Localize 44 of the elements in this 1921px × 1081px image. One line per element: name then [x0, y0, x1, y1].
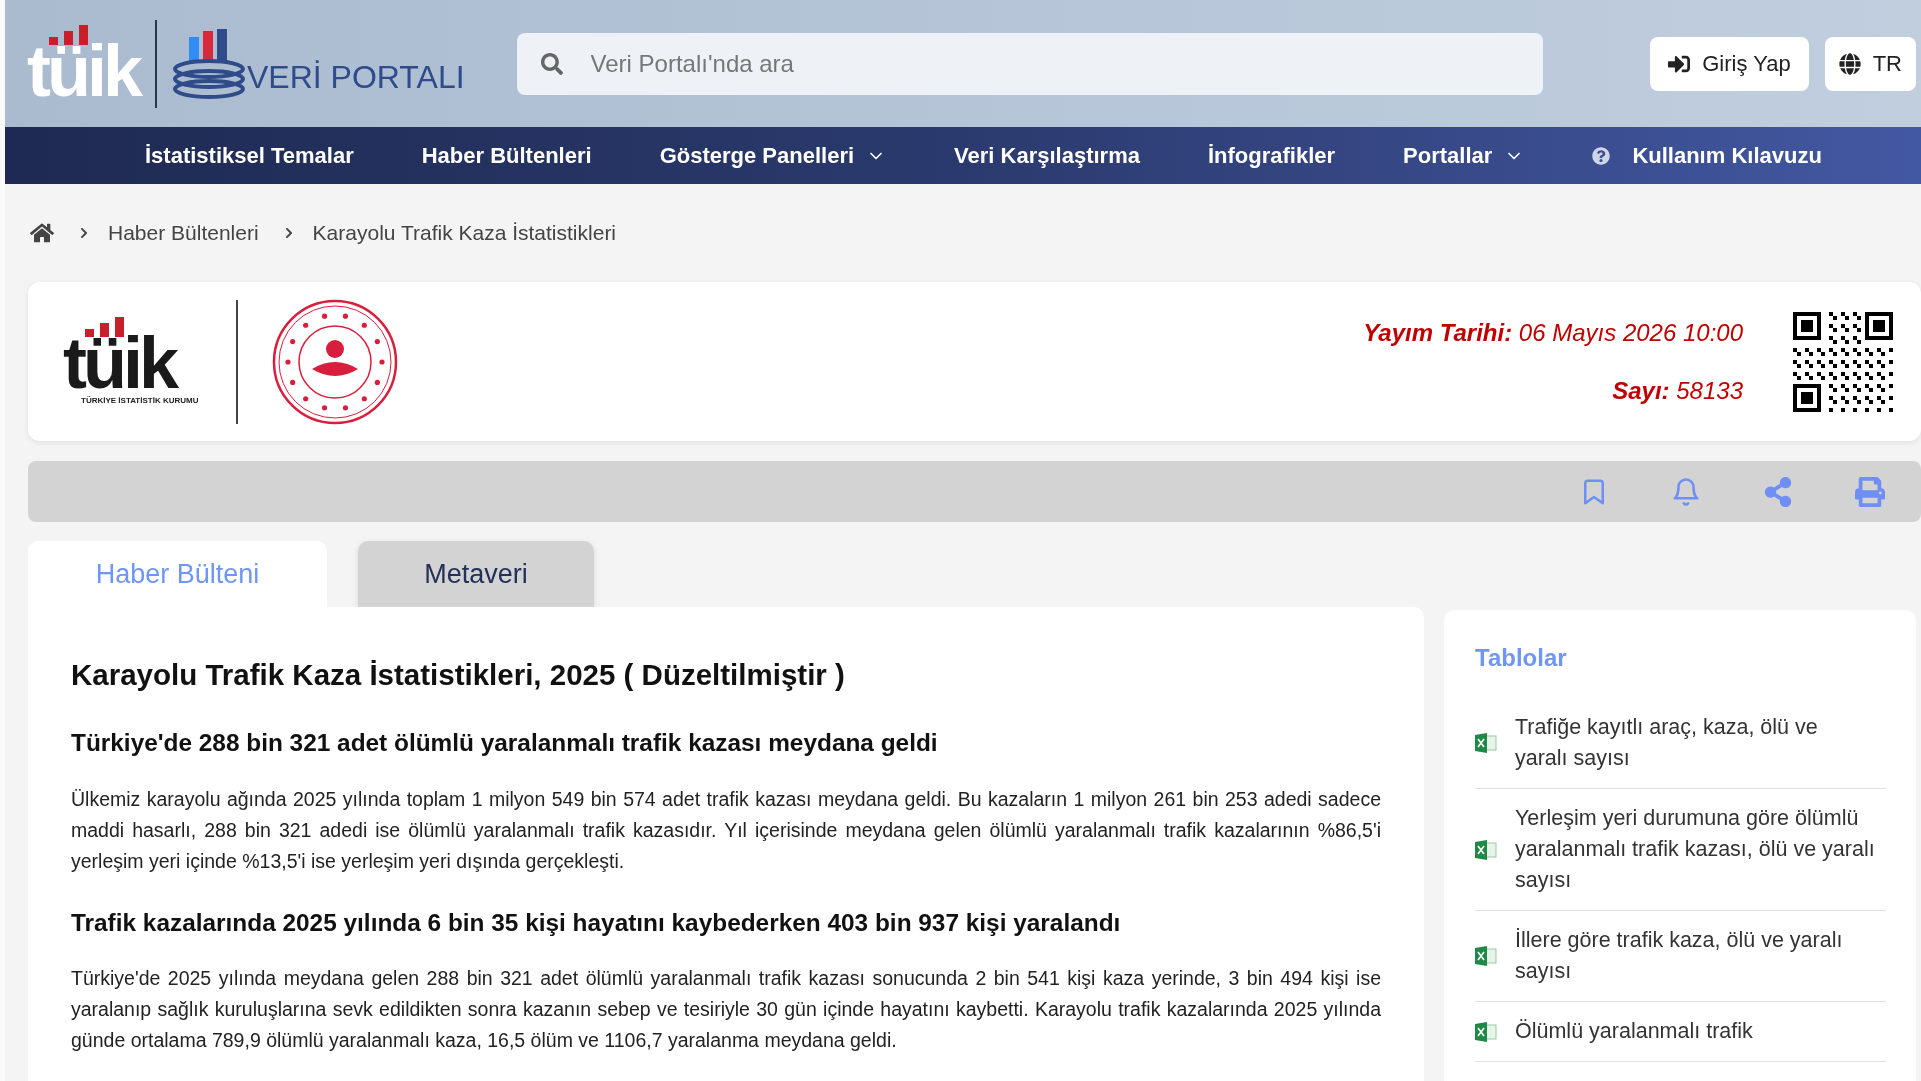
paragraph: Türkiye'de 2025 yılında meydana gelen 288 bin 321 adet ölümlü yaralanmalı trafik kazası sonucunda 2 bin 541 kişi kaza yerinde, 3 bin 494 kişi ise yaralanıp sağlık kuruluşlarına sevk edildikten sonra kazanın sebep ve tesiriyle 30 gün içinde hayatını kaybetti. Karayolu trafik kazalarında 2025 yılında günde ortalama 789,9 ölümlü yaralanmalı kaza, 16,5 ölüm ve 1106,7 yaralanma meydana geldi.: [71, 966, 1381, 1054]
table-download-link[interactable]: Ölümlü yaralanmalı trafik: [1475, 1002, 1886, 1062]
logo-caption: TÜRKİYE İSTATİSTİK KURUMU: [81, 394, 199, 407]
logo: tüik: [27, 24, 139, 103]
print-icon[interactable]: [1855, 476, 1885, 507]
search-field[interactable]: Veri Portalı'nda ara: [516, 32, 1543, 95]
spreadsheet-file-icon: [1475, 945, 1497, 967]
qr-code-icon: [1793, 311, 1893, 412]
breadcrumb-link[interactable]: Karayolu Trafik Kaza İstatistikleri: [312, 217, 617, 249]
coin-stack-chart-icon: [173, 28, 245, 99]
spreadsheet-file-icon: [1475, 732, 1497, 754]
logo: tüik: [63, 316, 175, 395]
article-title: Karayolu Trafik Kaza İstatistikleri, 2025 ( Düzeltilmiştir ): [71, 657, 846, 693]
nav-link[interactable]: Kullanım Kılavuzu: [1592, 139, 1822, 172]
ministry-seal-icon: [272, 298, 399, 425]
publish-date: Yayım Tarihi: 06 Mayıs 2026 10:00: [1363, 317, 1743, 348]
issue-number: Sayı: 58133: [1612, 375, 1743, 406]
portal-name: VERİ PORTALI: [247, 58, 465, 95]
table-download-link[interactable]: İllere göre trafik kaza, ölü ve yaralı sayısı: [1475, 911, 1886, 1002]
globe-icon: [1838, 52, 1861, 75]
table-download-link[interactable]: Yerleşim yeri durumuna göre ölümlü yaralanmalı trafik kazası, ölü ve yaralı sayısı: [1475, 789, 1886, 911]
search-icon: [540, 52, 563, 75]
language-button[interactable]: TR: [1824, 36, 1916, 91]
panel-title: Tablolar: [1475, 643, 1568, 673]
bell-icon[interactable]: [1671, 476, 1701, 507]
spreadsheet-file-icon: [1475, 1020, 1497, 1043]
help-icon: [1592, 146, 1611, 165]
nav-link[interactable]: Veri Karşılaştırma: [954, 139, 1140, 172]
section-heading: Trafik kazalarında 2025 yılında 6 bin 35 kişi hayatını kaybederken 403 bin 937 kişi yaralandı: [71, 907, 1122, 938]
chevron-right-icon: [78, 227, 90, 239]
home-icon[interactable]: [30, 221, 54, 245]
login-button[interactable]: Giriş Yap: [1650, 36, 1809, 91]
nav-link[interactable]: Gösterge Panelleri: [659, 139, 887, 172]
nav-link[interactable]: Haber Bültenleri: [421, 139, 592, 172]
spreadsheet-file-icon: [1475, 838, 1497, 861]
breadcrumb-link[interactable]: Haber Bültenleri: [108, 217, 259, 249]
nav-link[interactable]: İnfografikler: [1207, 139, 1336, 172]
section-heading: Türkiye'de 288 bin 321 adet ölümlü yaralanmalı trafik kazası meydana geldi: [71, 728, 939, 759]
share-icon[interactable]: [1763, 476, 1793, 507]
paragraph: Ülkemiz karayolu ağında 2025 yılında toplam 1 milyon 549 bin 574 adet trafik kazası meydana geldi. Bu kazaların 1 milyon 261 bin 253 adedi sadece maddi hasarlı, 288 bin 321 adedi ise ölümlü yaralanmalı trafik kazasıdır. Yıl içerisinde meydana gelen ölümlü yaralanmalı trafik kazalarının %86,5'i yerleşim yeri içinde %13,5'i ise yerleşim yeri dışında gerçekleşti.: [71, 786, 1381, 874]
table-download-link[interactable]: Trafiğe kayıtlı araç, kaza, ölü ve yaralı sayısı: [1475, 698, 1886, 789]
nav-link[interactable]: İstatistiksel Temalar: [145, 139, 354, 172]
nav-link[interactable]: Portallar: [1403, 139, 1525, 172]
tab[interactable]: Metaveri: [358, 541, 594, 607]
